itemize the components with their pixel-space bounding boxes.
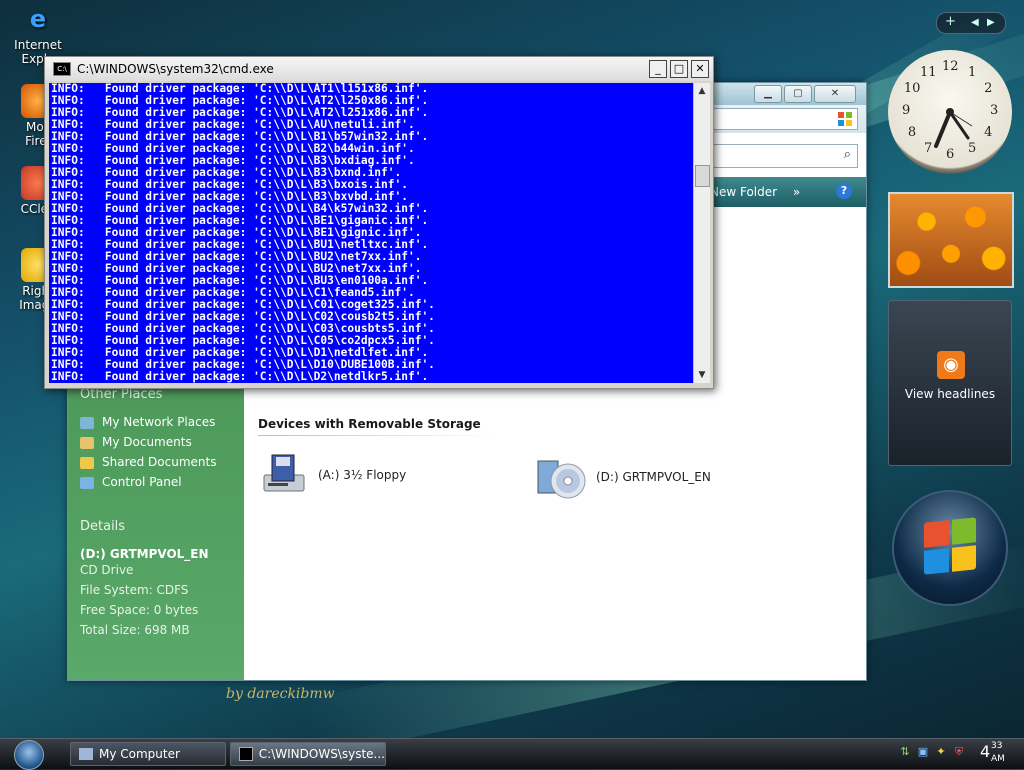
group-header: Devices with Removable Storage [258,417,481,431]
security-shield-icon[interactable]: ⛨ [952,745,966,759]
link-control-panel[interactable]: Control Panel [102,475,182,489]
windows-flag-icon [924,517,976,575]
clock-time[interactable]: 4 33 AM [980,741,1005,764]
feed-headlines-gadget[interactable]: ◉ View headlines [888,300,1012,466]
drive-a-floppy[interactable]: (A:) 3½ Floppy [258,451,406,499]
cmd-scrollbar[interactable]: ▲ ▼ [693,83,710,383]
clock-number: 8 [907,125,917,140]
details-total-size: Total Size: 698 MB [80,623,190,637]
more-commands-icon[interactable]: » [793,185,800,199]
time-hour: 4 [980,742,991,761]
help-icon[interactable]: ? [836,183,852,199]
console-line: INFO: Found driver package: 'C:\\D\L\D2\… [51,370,429,383]
maximize-button[interactable]: □ [670,60,688,78]
clock-number: 2 [984,81,993,96]
search-icon: ⌕ [843,147,851,162]
system-tray: ⇅ ▣ ✦ ⛨ [898,745,966,759]
link-my-documents[interactable]: My Documents [102,435,192,449]
clock-number: 10 [903,81,921,96]
scroll-up-icon[interactable]: ▲ [694,83,710,99]
drive-label: (A:) 3½ Floppy [318,468,407,482]
clock-gadget[interactable]: 12 1 2 3 4 5 6 7 8 9 10 11 [888,50,1012,174]
windows-logo [892,490,1008,606]
sidebar-controls: + ◀ ▶ [936,12,1006,34]
cmd-window: C:\ C:\WINDOWS\system32\cmd.exe _ □ ✕ IN… [44,56,714,389]
my-computer-icon [79,748,93,760]
maximize-button[interactable]: ▢ [784,85,812,103]
network-icon[interactable]: ⇅ [898,745,912,759]
taskbar: My Computer C:\WINDOWS\syste... ⇅ ▣ ✦ ⛨ … [0,738,1024,770]
clock-number: 11 [920,64,937,80]
windows-flag-icon [838,112,852,126]
time-minutes: 33 [991,741,1003,751]
internet-explorer-icon: e [29,5,47,33]
scroll-down-icon[interactable]: ▼ [694,367,710,383]
cmd-title: C:\WINDOWS\system32\cmd.exe [77,62,274,76]
start-orb-icon [14,740,44,770]
new-folder-button[interactable]: New Folder » [710,185,800,199]
taskbar-my-computer[interactable]: My Computer [70,742,226,766]
minimize-button[interactable]: _ [649,60,667,78]
control-panel-icon [80,477,94,489]
network-places-icon [80,417,94,429]
console-output[interactable]: INFO: Found driver package: 'C:\\D\L\AT1… [49,83,695,383]
shared-folder-icon [80,457,94,469]
clock-number: 4 [984,125,993,140]
other-places-heading[interactable]: Other Places [80,387,162,402]
clock-number: 7 [924,141,933,157]
previous-icon[interactable]: ◀ [971,17,979,28]
minimize-button[interactable]: ▁ [754,85,782,103]
close-button[interactable]: ✕ [691,60,709,78]
details-type: CD Drive [80,563,134,577]
taskbar-cmd[interactable]: C:\WINDOWS\syste... [230,742,386,766]
clock-number: 12 [942,59,959,74]
connection-icon[interactable]: ▣ [916,745,930,759]
start-button[interactable] [6,739,50,770]
drive-label: (D:) GRTMPVOL_EN [596,470,711,484]
task-label: My Computer [99,747,180,761]
cd-drive-icon [537,460,586,499]
link-my-network-places[interactable]: My Network Places [102,415,215,429]
floppy-drive-icon [263,454,305,492]
link-shared-documents[interactable]: Shared Documents [102,455,216,469]
clock-number: 5 [968,141,977,157]
drive-d-cd[interactable]: (D:) GRTMPVOL_EN [536,451,711,503]
feed-label[interactable]: View headlines [889,387,1011,401]
clock-number: 3 [990,103,999,118]
close-button[interactable]: ✕ [814,85,856,103]
scroll-thumb[interactable] [695,165,710,187]
details-heading[interactable]: Details [80,519,125,534]
clock-number: 1 [968,64,977,80]
rss-icon: ◉ [937,351,965,379]
clock-number: 6 [946,147,955,162]
time-ampm: AM [991,754,1005,764]
slideshow-gadget[interactable] [888,192,1014,288]
cmd-titlebar[interactable]: C:\ C:\WINDOWS\system32\cmd.exe _ □ ✕ [45,57,713,81]
details-free-space: Free Space: 0 bytes [80,603,199,617]
clock-number: 9 [902,103,911,118]
signature-text: by dareckibmw [226,686,335,702]
cmd-icon [239,747,253,761]
group-divider [258,435,498,436]
search-input[interactable]: ⌕ [708,144,858,168]
details-filesystem: File System: CDFS [80,583,189,597]
cmd-icon: C:\ [53,62,71,76]
task-label: C:\WINDOWS\syste... [258,747,385,761]
next-icon[interactable]: ▶ [987,17,995,28]
details-drive-name: (D:) GRTMPVOL_EN [80,547,209,561]
tools-icon[interactable]: ✦ [934,745,948,759]
my-documents-icon [80,437,94,449]
add-gadget-icon[interactable]: + [945,14,956,29]
